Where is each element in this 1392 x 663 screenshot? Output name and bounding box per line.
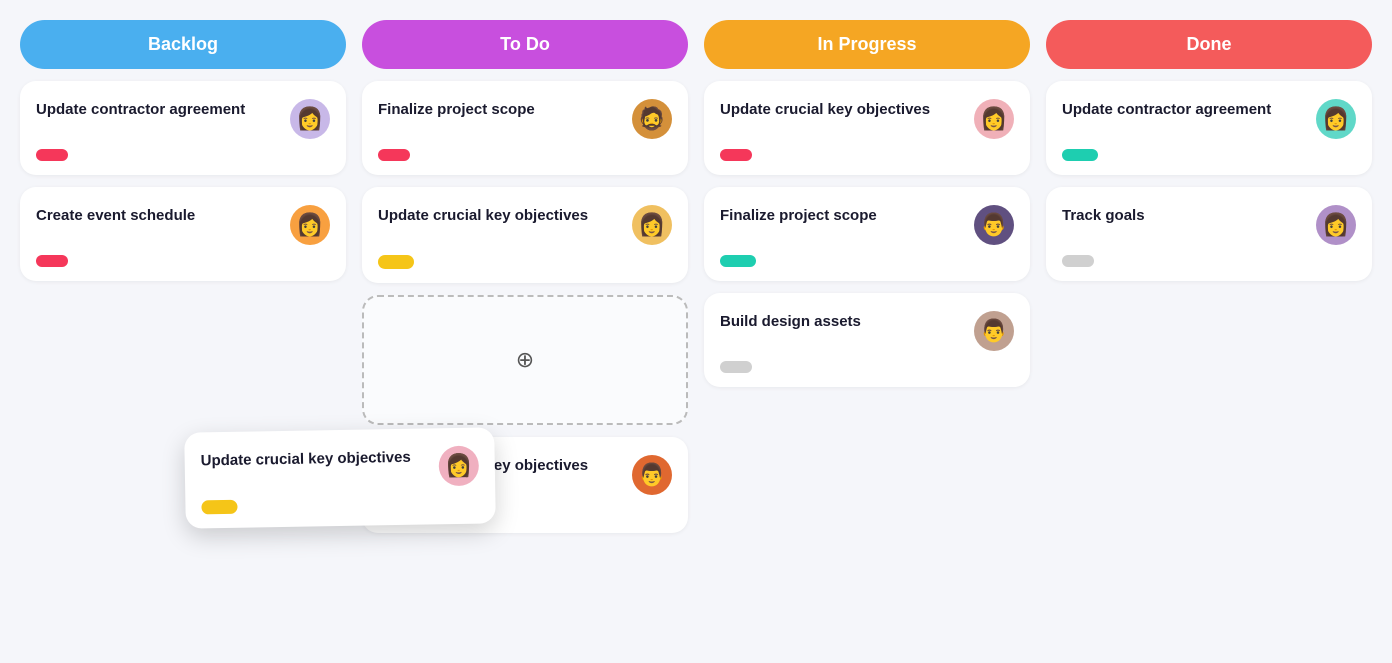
card-title: Track goals	[1062, 205, 1316, 226]
card[interactable]: Track goals👩	[1046, 187, 1372, 281]
column-done: DoneUpdate contractor agreement👩Track go…	[1046, 20, 1372, 281]
avatar: 👨	[974, 205, 1014, 245]
card-content: Track goals👩	[1062, 205, 1356, 245]
column-backlog: BacklogUpdate contractor agreement👩Creat…	[20, 20, 346, 281]
card-content: Update contractor agreement👩	[36, 99, 330, 139]
column-header-backlog[interactable]: Backlog	[20, 20, 346, 69]
avatar: 👨	[974, 311, 1014, 351]
column-inprogress: In Progress Update crucial key objectives…	[704, 20, 1030, 387]
avatar: 👨	[632, 455, 672, 495]
status-tag	[720, 149, 752, 161]
card-content: Update contractor agreement👩	[1062, 99, 1356, 139]
status-tag	[1062, 255, 1094, 267]
card[interactable]: Update crucial key objectives👩	[704, 81, 1030, 175]
card[interactable]: Finalize project scope🧔	[362, 81, 688, 175]
card[interactable]: Update crucial key objectives👩	[362, 187, 688, 283]
avatar: 👩	[290, 205, 330, 245]
avatar: 🧔	[632, 99, 672, 139]
status-tag	[378, 149, 410, 161]
card-content: Build design assets👨	[720, 311, 1014, 351]
card-title: Update crucial key objectives	[378, 205, 632, 226]
card-content: Update crucial key objectives👩	[720, 99, 1014, 139]
drop-zone[interactable]: ⊕	[362, 295, 688, 425]
card-title: Update crucial key objectives	[378, 455, 632, 476]
card-content: Create event schedule👩	[36, 205, 330, 245]
card-content: Finalize project scope🧔	[378, 99, 672, 139]
column-header-done[interactable]: Done	[1046, 20, 1372, 69]
column-header-inprogress[interactable]: In Progress	[704, 20, 1030, 69]
status-tag	[36, 149, 68, 161]
move-icon: ⊕	[516, 347, 534, 373]
card-title: Create event schedule	[36, 205, 290, 226]
kanban-board: BacklogUpdate contractor agreement👩Creat…	[20, 20, 1372, 533]
status-tag	[378, 255, 414, 269]
card-title: Update crucial key objectives	[720, 99, 974, 120]
status-tag	[36, 255, 68, 267]
avatar: 👩	[290, 99, 330, 139]
card-title: Build design assets	[720, 311, 974, 332]
card-title: Finalize project scope	[378, 99, 632, 120]
avatar: 👩	[1316, 99, 1356, 139]
status-tag	[720, 361, 752, 373]
card-content: Update crucial key objectives👨	[378, 455, 672, 495]
card[interactable]: Finalize project scope👨	[704, 187, 1030, 281]
column-todo: To Do Finalize project scope🧔 Update cruci…	[362, 20, 688, 533]
card[interactable]: Update crucial key objectives👨	[362, 437, 688, 533]
avatar: 👩	[974, 99, 1014, 139]
card-title: Update contractor agreement	[1062, 99, 1316, 120]
card-content: Finalize project scope👨	[720, 205, 1014, 245]
card-content: Update crucial key objectives👩	[378, 205, 672, 245]
card-title: Finalize project scope	[720, 205, 974, 226]
status-tag	[720, 255, 756, 267]
card[interactable]: Build design assets👨	[704, 293, 1030, 387]
card[interactable]: Create event schedule👩	[20, 187, 346, 281]
card[interactable]: Update contractor agreement👩	[20, 81, 346, 175]
status-tag	[1062, 149, 1098, 161]
card[interactable]: Update contractor agreement👩	[1046, 81, 1372, 175]
card-title: Update contractor agreement	[36, 99, 290, 120]
avatar: 👩	[632, 205, 672, 245]
avatar: 👩	[1316, 205, 1356, 245]
column-header-todo[interactable]: To Do	[362, 20, 688, 69]
status-tag	[378, 505, 414, 519]
